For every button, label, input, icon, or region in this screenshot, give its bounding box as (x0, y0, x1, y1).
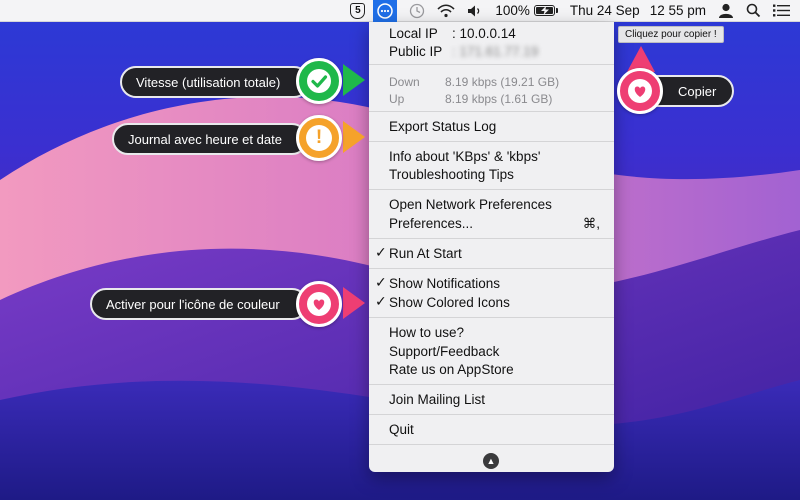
checkmark-icon (307, 69, 331, 93)
local-ip-value: : 10.0.0.14 (452, 26, 516, 41)
public-ip-value: : 171.61.77.19 (452, 44, 539, 59)
scroll-up-icon[interactable]: ▲ (483, 453, 499, 469)
user-item[interactable] (718, 0, 734, 22)
how-to-use-label: How to use? (389, 325, 465, 340)
quit-label: Quit (389, 422, 414, 437)
battery-icon (533, 5, 555, 16)
menu-bar: 5 100% Thu 24 Sep 12 55 pm (0, 0, 800, 22)
exclamation-icon: ! (306, 125, 332, 151)
separator (369, 317, 614, 318)
callout-color-icon: Activer pour l'icône de couleur (90, 288, 308, 320)
shield-status-item[interactable]: 5 (350, 0, 366, 22)
search-icon (746, 3, 761, 18)
heart-circle-icon (296, 281, 342, 327)
checkmark-icon: ✓ (375, 293, 387, 309)
callout-color-icon-pointer (343, 287, 365, 319)
heart-circle-icon (617, 68, 663, 114)
download-value: 8.19 kbps (19.21 GB) (445, 74, 560, 89)
menu-item-preferences[interactable]: Preferences... ⌘, (369, 214, 614, 233)
clock-history-icon (410, 3, 425, 18)
upload-label: Up (389, 91, 405, 106)
separator (369, 111, 614, 112)
menu-item-join-mailing-list[interactable]: Join Mailing List (369, 390, 614, 409)
wifi-item[interactable] (437, 0, 455, 22)
separator (369, 141, 614, 142)
menu-item-troubleshooting[interactable]: Troubleshooting Tips (369, 165, 614, 184)
callout-log-text: Journal avec heure et date (128, 131, 282, 147)
separator (369, 238, 614, 239)
check-circle-icon (296, 58, 342, 104)
notification-center-item[interactable] (773, 0, 790, 22)
clock-time[interactable]: 12 55 pm (650, 0, 706, 22)
battery-percent: 100% (495, 3, 530, 18)
export-log-label: Export Status Log (389, 119, 497, 134)
local-ip-label: Local IP (389, 26, 438, 41)
battery-item[interactable]: 100% (495, 0, 558, 22)
battery-tip (555, 8, 558, 13)
separator (369, 414, 614, 415)
speaker-icon (468, 5, 480, 16)
charging-bolt-icon (540, 6, 549, 15)
download-label: Down (389, 74, 420, 89)
menu-item-export-log[interactable]: Export Status Log (369, 117, 614, 136)
copy-tooltip: Cliquez pour copier ! (618, 26, 724, 43)
volume-item[interactable] (467, 0, 483, 22)
checkmark-icon: ✓ (375, 274, 387, 290)
menu-item-info-units[interactable]: Info about 'KBps' & 'kbps' (369, 147, 614, 166)
separator (369, 444, 614, 445)
separator (369, 384, 614, 385)
clock-date[interactable]: Thu 24 Sep (570, 0, 640, 22)
exclamation-circle-icon: ! (296, 115, 342, 161)
wifi-icon (437, 3, 455, 17)
menu-item-open-network-preferences[interactable]: Open Network Preferences (369, 195, 614, 214)
callout-speed: Vitesse (utilisation totale) (120, 66, 310, 98)
callout-copy-text: Copier (678, 83, 717, 99)
separator (369, 64, 614, 65)
shield-icon: 5 (350, 2, 366, 19)
show-notifications-label: Show Notifications (389, 276, 501, 291)
separator (369, 189, 614, 190)
menu-item-how-to-use[interactable]: How to use? (369, 323, 614, 342)
callout-speed-pointer (343, 64, 365, 96)
heart-icon (628, 79, 652, 103)
troubleshooting-label: Troubleshooting Tips (389, 167, 514, 182)
user-icon (719, 3, 733, 18)
preferences-shortcut: ⌘, (582, 215, 600, 231)
show-colored-icons-label: Show Colored Icons (389, 295, 510, 310)
checkmark-icon: ✓ (375, 244, 387, 260)
callout-speed-text: Vitesse (utilisation totale) (136, 74, 281, 90)
run-at-start-label: Run At Start (389, 246, 462, 261)
menu-item-support[interactable]: Support/Feedback (369, 342, 614, 361)
join-mailing-label: Join Mailing List (389, 392, 486, 407)
menu-item-quit[interactable]: Quit (369, 420, 614, 439)
callout-log: Journal avec heure et date (112, 123, 308, 155)
preferences-label: Preferences... (389, 216, 474, 231)
info-units-label: Info about 'KBps' & 'kbps' (389, 149, 541, 164)
heart-icon (307, 292, 331, 316)
upload-speed-row: Up 8.19 kbps (1.61 GB) (369, 89, 614, 108)
upload-value: 8.19 kbps (1.61 GB) (445, 91, 553, 106)
support-label: Support/Feedback (389, 344, 500, 359)
separator (369, 268, 614, 269)
network-app-menu-item[interactable] (373, 0, 398, 22)
more-dots-icon (377, 2, 394, 19)
callout-log-pointer (343, 121, 365, 153)
spotlight-item[interactable] (746, 0, 761, 22)
local-ip-row[interactable]: Local IP : 10.0.0.14 (369, 24, 614, 43)
open-network-label: Open Network Preferences (389, 197, 552, 212)
rate-label: Rate us on AppStore (389, 362, 514, 377)
public-ip-row[interactable]: Public IP : 171.61.77.19 (369, 42, 614, 61)
time-machine-item[interactable] (409, 0, 425, 22)
menu-item-run-at-start[interactable]: ✓ Run At Start (369, 244, 614, 263)
list-icon (773, 4, 790, 17)
network-status-menu: Local IP : 10.0.0.14 Public IP : 171.61.… (369, 22, 614, 472)
public-ip-label: Public IP (389, 44, 443, 59)
menu-item-rate-app[interactable]: Rate us on AppStore (369, 360, 614, 379)
menu-item-show-notifications[interactable]: ✓ Show Notifications (369, 274, 614, 293)
menu-item-show-colored-icons[interactable]: ✓ Show Colored Icons (369, 293, 614, 312)
callout-color-icon-text: Activer pour l'icône de couleur (106, 296, 280, 312)
copy-tooltip-text: Cliquez pour copier ! (625, 29, 717, 40)
